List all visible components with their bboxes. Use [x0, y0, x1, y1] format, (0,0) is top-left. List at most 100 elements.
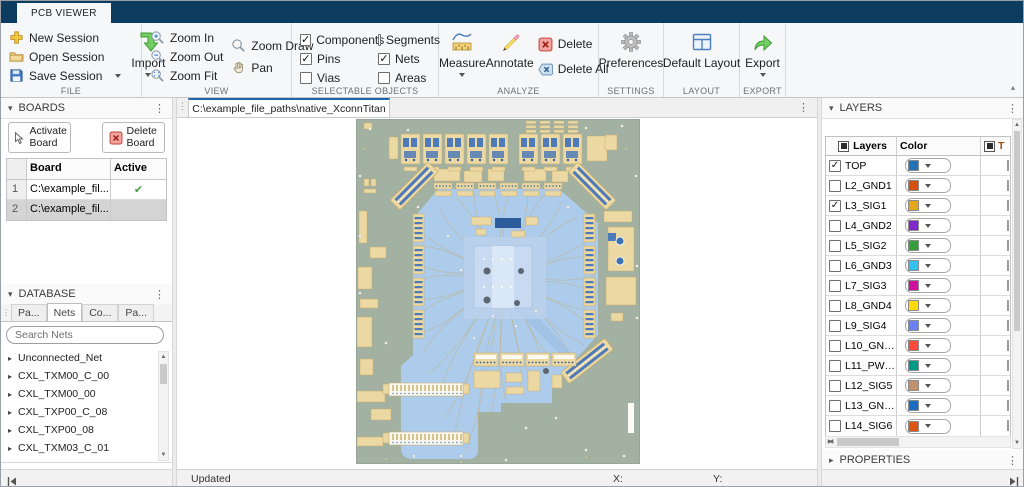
- scrollbar-thumb[interactable]: [837, 438, 899, 446]
- expand-arrow-icon[interactable]: ▸: [8, 444, 12, 453]
- expand-arrow-icon[interactable]: ▸: [8, 408, 12, 417]
- collapse-arrow-icon[interactable]: ▾: [8, 289, 13, 300]
- layer-row[interactable]: L14_SIG6: [826, 416, 1010, 436]
- layer-row[interactable]: L8_GND4: [826, 296, 1010, 316]
- board-row[interactable]: 1C:\example_fil...✔: [7, 180, 166, 200]
- zoom-in-button[interactable]: Zoom In: [148, 28, 225, 47]
- layer-visibility-checkbox[interactable]: [829, 240, 841, 252]
- boards-menu-icon[interactable]: ⋮: [154, 102, 165, 115]
- layer-visibility-checkbox[interactable]: [829, 180, 841, 192]
- layer-row[interactable]: L7_SIG3: [826, 276, 1010, 296]
- layer-visibility-checkbox[interactable]: [829, 400, 841, 412]
- checkbox[interactable]: [300, 72, 312, 84]
- checkbox[interactable]: ✓: [300, 53, 312, 65]
- select-all-checkbox[interactable]: [984, 141, 995, 152]
- document-tab[interactable]: C:\example_file_paths\native_XconnTitan: [188, 98, 390, 118]
- boards-panel-header[interactable]: ▾ BOARDS ⋮: [1, 98, 172, 119]
- document-tab-menu-icon[interactable]: ⋮: [798, 101, 809, 114]
- layer-color-dropdown[interactable]: [905, 218, 951, 233]
- save-dropdown-caret-icon[interactable]: [115, 74, 121, 78]
- collapse-arrow-icon[interactable]: ▾: [829, 103, 834, 114]
- checkbox[interactable]: [378, 72, 390, 84]
- layer-color-dropdown[interactable]: [905, 318, 951, 333]
- expand-arrow-icon[interactable]: ▸: [8, 372, 12, 381]
- checkbox[interactable]: ✓: [378, 53, 390, 65]
- layer-visibility-checkbox[interactable]: [829, 320, 841, 332]
- layer-visibility-checkbox[interactable]: ✓: [829, 160, 841, 172]
- layer-color-dropdown[interactable]: [905, 398, 951, 413]
- net-item[interactable]: ▸CXL_TXM00_00: [1, 385, 172, 403]
- layer-color-dropdown[interactable]: [905, 378, 951, 393]
- layer-visibility-checkbox[interactable]: [829, 340, 841, 352]
- selectable-nets[interactable]: ✓Nets: [378, 49, 440, 68]
- net-item[interactable]: ▸CXL_TXP00_08: [1, 421, 172, 439]
- properties-panel-header[interactable]: ▸ PROPERTIES ⋮: [822, 450, 1024, 471]
- scroll-down-icon[interactable]: ▼: [159, 450, 168, 460]
- layer-visibility-checkbox[interactable]: [829, 220, 841, 232]
- layers-vertical-scrollbar[interactable]: ▲ ▼: [1012, 119, 1022, 449]
- pcb-canvas[interactable]: [177, 118, 817, 469]
- nets-scrollbar[interactable]: ▲ ▼: [158, 351, 169, 461]
- properties-menu-icon[interactable]: ⋮: [1007, 454, 1018, 467]
- save-session-button[interactable]: Save Session: [7, 66, 123, 85]
- layer-color-dropdown[interactable]: [905, 298, 951, 313]
- layer-color-dropdown[interactable]: [905, 238, 951, 253]
- layer-row[interactable]: L10_GND5: [826, 336, 1010, 356]
- layer-color-dropdown[interactable]: [905, 419, 951, 434]
- layer-row[interactable]: L9_SIG4: [826, 316, 1010, 336]
- layer-row[interactable]: L6_GND3: [826, 256, 1010, 276]
- layer-color-dropdown[interactable]: [905, 178, 951, 193]
- scroll-up-icon[interactable]: ▲: [1013, 120, 1021, 130]
- scroll-down-icon[interactable]: ▼: [1013, 438, 1021, 448]
- layer-row[interactable]: L5_SIG2: [826, 236, 1010, 256]
- scroll-up-icon[interactable]: ▲: [159, 352, 168, 362]
- collapse-arrow-icon[interactable]: ▾: [8, 103, 13, 114]
- selectable-areas[interactable]: Areas: [378, 68, 440, 87]
- delete-board-button[interactable]: Delete Board: [102, 122, 165, 153]
- checkbox[interactable]: ✓: [300, 34, 311, 46]
- board-row[interactable]: 2C:\example_fil...: [7, 200, 166, 220]
- database-tab-2[interactable]: Co...: [82, 304, 118, 321]
- database-panel-header[interactable]: ▾ DATABASE ⋮: [1, 284, 172, 305]
- layers-menu-icon[interactable]: ⋮: [1007, 102, 1018, 115]
- layer-visibility-checkbox[interactable]: [829, 420, 841, 432]
- layer-row[interactable]: ✓L3_SIG1: [826, 196, 1010, 216]
- selectable-pins[interactable]: ✓Pins: [300, 49, 378, 68]
- database-menu-icon[interactable]: ⋮: [154, 288, 165, 301]
- activate-board-button[interactable]: Activate Board: [8, 122, 71, 153]
- net-item[interactable]: ▸CXL_TXP00_C_08: [1, 403, 172, 421]
- layer-row[interactable]: L4_GND2: [826, 216, 1010, 236]
- selectable-segments[interactable]: Segments: [378, 30, 440, 49]
- expand-arrow-icon[interactable]: ▸: [8, 354, 12, 363]
- open-session-button[interactable]: Open Session: [7, 47, 123, 66]
- scroll-right-icon[interactable]: ▶: [826, 438, 834, 447]
- layers-panel-header[interactable]: ▾ LAYERS ⋮: [822, 98, 1024, 119]
- layer-color-dropdown[interactable]: [905, 358, 951, 373]
- database-tab-3[interactable]: Pa...: [118, 304, 154, 321]
- layer-row[interactable]: L12_SIG5: [826, 376, 1010, 396]
- layer-visibility-checkbox[interactable]: [829, 300, 841, 312]
- checkbox[interactable]: [378, 34, 381, 46]
- pcb-board-image[interactable]: [356, 119, 640, 464]
- expand-arrow-icon[interactable]: ▸: [8, 426, 12, 435]
- layer-row[interactable]: L2_GND1: [826, 176, 1010, 196]
- tab-grip-icon[interactable]: ⋮: [178, 101, 187, 112]
- expand-arrow-icon[interactable]: ▸: [8, 390, 12, 399]
- layer-color-dropdown[interactable]: [905, 258, 951, 273]
- layer-visibility-checkbox[interactable]: ✓: [829, 200, 841, 212]
- layer-color-dropdown[interactable]: [905, 338, 951, 353]
- layers-horizontal-scrollbar[interactable]: ◀ ▶: [825, 436, 1011, 448]
- tab-pcb-viewer[interactable]: PCB VIEWER: [17, 3, 111, 23]
- database-tab-0[interactable]: Pa...: [11, 304, 47, 321]
- collapse-panel-left-icon[interactable]: [7, 474, 18, 485]
- collapse-ribbon-button[interactable]: ▴: [1007, 83, 1019, 93]
- layer-visibility-checkbox[interactable]: [829, 380, 841, 392]
- net-item[interactable]: ▸CXL_TXM00_C_00: [1, 367, 172, 385]
- selectable-components[interactable]: ✓Components: [300, 30, 378, 49]
- scrollbar-thumb[interactable]: [160, 364, 167, 384]
- search-nets-input[interactable]: [6, 326, 164, 344]
- net-item[interactable]: ▸Unconnected_Net: [1, 349, 172, 367]
- layer-row[interactable]: ✓TOP: [826, 156, 1010, 176]
- layer-color-dropdown[interactable]: [905, 198, 951, 213]
- selectable-vias[interactable]: Vias: [300, 68, 378, 87]
